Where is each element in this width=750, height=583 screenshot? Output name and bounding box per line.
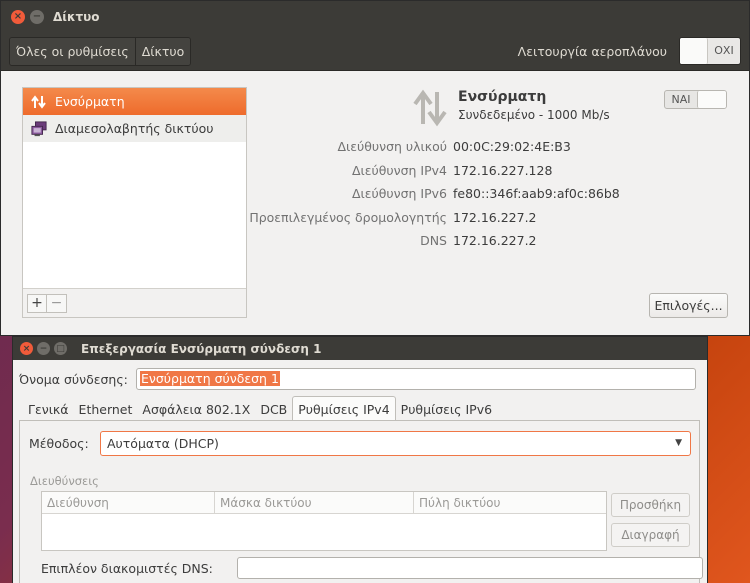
options-button[interactable]: Επιλογές... (649, 293, 728, 318)
connection-name-input[interactable]: Ενσύρματη σύνδεση 1 (136, 368, 696, 390)
ipv4-address-value: 172.16.227.128 (453, 163, 553, 178)
window-title: Επεξεργασία Ενσύρματη σύνδεση 1 (81, 341, 322, 356)
connection-name-selected-text: Ενσύρματη σύνδεση 1 (140, 371, 280, 386)
default-route-label: Προεπιλεγμένος δρομολογητής (249, 210, 447, 225)
dns-servers-label: Επιπλέον διακομιστές DNS: (41, 560, 213, 576)
tab-dcb[interactable]: DCB (255, 399, 292, 421)
network-settings-window: × − Δίκτυο Όλες οι ρυθμίσεις Δίκτυο Λειτ… (0, 0, 750, 336)
ipv6-address-row: Διεύθυνση IPv6 fe80::346f:aab9:af0c:86b8 (201, 186, 701, 201)
dns-row: DNS 172.16.227.2 (201, 233, 701, 248)
remove-device-button[interactable]: − (47, 293, 67, 313)
ipv6-address-value: fe80::346f:aab9:af0c:86b8 (453, 186, 620, 201)
network-nav-button[interactable]: Δίκτυο (134, 38, 191, 65)
maximize-window-button[interactable]: □ (54, 342, 67, 355)
method-label: Μέθοδος: (29, 436, 89, 451)
connection-status: Συνδεδεμένο - 1000 Mb/s (458, 108, 610, 122)
dns-servers-row: Επιπλέον διακομιστές DNS: (41, 557, 703, 579)
method-row: Μέθοδος: Αυτόματα (DHCP) ▼ (29, 431, 691, 456)
addresses-table[interactable]: Διεύθυνση Μάσκα δικτύου Πύλη δικτύου (41, 491, 607, 551)
list-item-label: Ενσύρματη (55, 94, 125, 109)
wired-enable-switch[interactable]: ΝΑΙ (664, 90, 727, 109)
list-item-wired[interactable]: Ενσύρματη (23, 88, 246, 115)
window-title: Δίκτυο (53, 10, 100, 24)
wired-arrows-icon (31, 94, 47, 110)
ipv4-settings-panel: Μέθοδος: Αυτόματα (DHCP) ▼ Διευθύνσεις Δ… (19, 420, 703, 583)
device-header: Ενσύρματη Συνδεδεμένο - 1000 Mb/s (412, 88, 610, 128)
add-device-button[interactable]: + (27, 293, 47, 313)
list-toolbar: + − (23, 288, 246, 317)
tab-ipv6-settings[interactable]: Ρυθμίσεις IPv6 (396, 399, 497, 421)
column-gateway[interactable]: Πύλη δικτύου (414, 492, 606, 513)
minimize-window-button[interactable]: − (30, 10, 44, 24)
minimize-window-button[interactable]: − (37, 342, 50, 355)
edit-connection-window: × − □ Επεξεργασία Ενσύρματη σύνδεση 1 Όν… (12, 336, 708, 583)
ipv4-address-label: Διεύθυνση IPv4 (351, 163, 447, 178)
header-bar: Όλες οι ρυθμίσεις Δίκτυο Λειτουργία αερο… (1, 33, 749, 71)
airplane-mode-label: Λειτουργία αεροπλάνου (517, 44, 667, 59)
delete-address-button[interactable]: Διαγραφή (611, 523, 690, 547)
dns-value: 172.16.227.2 (453, 233, 537, 248)
column-address[interactable]: Διεύθυνση (42, 492, 215, 513)
default-route-row: Προεπιλεγμένος δρομολογητής 172.16.227.2 (201, 210, 701, 225)
column-netmask[interactable]: Μάσκα δικτύου (215, 492, 414, 513)
tab-security-8021x[interactable]: Ασφάλεια 802.1X (137, 399, 255, 421)
all-settings-button[interactable]: Όλες οι ρυθμίσεις (10, 38, 135, 65)
device-title: Ενσύρματη (458, 89, 547, 105)
tab-ethernet[interactable]: Ethernet (74, 399, 138, 421)
connection-name-row: Όνομα σύνδεσης: Ενσύρματη σύνδεση 1 (19, 368, 696, 390)
dns-servers-input[interactable] (237, 557, 703, 579)
network-proxy-icon (31, 120, 47, 137)
ipv6-address-label: Διεύθυνση IPv6 (351, 186, 447, 201)
connection-name-label: Όνομα σύνδεσης: (19, 371, 128, 387)
close-window-button[interactable]: × (11, 10, 25, 24)
addresses-section-label: Διευθύνσεις (30, 474, 99, 488)
breadcrumb: Όλες οι ρυθμίσεις Δίκτυο (9, 37, 192, 66)
method-selected-value: Αυτόματα (DHCP) (107, 436, 219, 451)
settings-tabs: Γενικά Ethernet Ασφάλεια 802.1X DCB Ρυθμ… (23, 396, 497, 421)
list-item-label: Διαμεσολαβητής δικτύου (55, 121, 214, 136)
tab-ipv4-settings[interactable]: Ρυθμίσεις IPv4 (292, 396, 396, 421)
wired-switch-state: ΝΑΙ (671, 93, 691, 106)
hardware-address-row: Διεύθυνση υλικού 00:0C:29:02:4E:B3 (201, 139, 701, 154)
switch-knob (680, 38, 708, 64)
device-list: Ενσύρματη Διαμεσολαβητής δικτύου + − (22, 87, 247, 318)
window-titlebar[interactable]: × − □ Επεξεργασία Ενσύρματη σύνδεση 1 (13, 337, 707, 360)
airplane-switch-state: ΟΧΙ (714, 44, 734, 57)
close-window-button[interactable]: × (20, 342, 33, 355)
chevron-down-icon: ▼ (675, 438, 682, 448)
switch-knob (697, 91, 726, 108)
window-titlebar[interactable]: × − Δίκτυο (1, 1, 749, 33)
wired-arrows-icon (412, 88, 448, 128)
method-select[interactable]: Αυτόματα (DHCP) ▼ (100, 431, 691, 456)
table-header: Διεύθυνση Μάσκα δικτύου Πύλη δικτύου (42, 492, 606, 514)
list-item-proxy[interactable]: Διαμεσολαβητής δικτύου (23, 115, 246, 142)
hardware-address-label: Διεύθυνση υλικού (337, 139, 447, 154)
hardware-address-value: 00:0C:29:02:4E:B3 (453, 139, 571, 154)
add-address-button[interactable]: Προσθήκη (611, 493, 690, 517)
ipv4-address-row: Διεύθυνση IPv4 172.16.227.128 (201, 163, 701, 178)
dns-label: DNS (420, 233, 447, 248)
airplane-mode-switch[interactable]: ΟΧΙ (679, 37, 741, 65)
default-route-value: 172.16.227.2 (453, 210, 537, 225)
tab-general[interactable]: Γενικά (23, 399, 74, 421)
